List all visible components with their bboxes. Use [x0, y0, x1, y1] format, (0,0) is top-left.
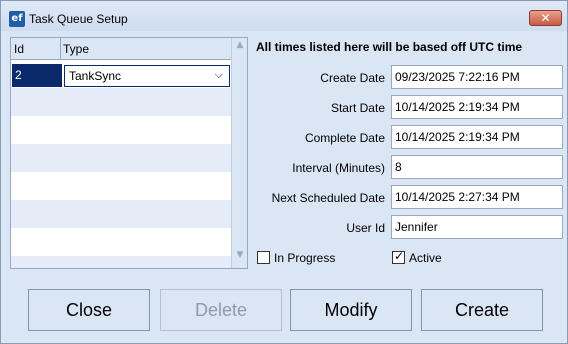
- row-id-cell[interactable]: 2: [12, 64, 62, 87]
- task-queue-setup-window: ef Task Queue Setup ✕ Id Type 2 TankSync…: [0, 0, 568, 344]
- active-checkbox[interactable]: [392, 249, 405, 264]
- column-header-type[interactable]: Type: [63, 42, 89, 56]
- create-date-field[interactable]: 09/23/2025 7:22:16 PM: [391, 65, 563, 89]
- utc-notice: All times listed here will be based off …: [256, 40, 523, 54]
- empty-row: [11, 116, 231, 144]
- empty-row: [11, 256, 231, 268]
- create-date-label: Create Date: [320, 71, 385, 85]
- empty-row: [11, 88, 231, 116]
- row-type-dropdown[interactable]: TankSync ⌵: [64, 65, 230, 87]
- window-title: Task Queue Setup: [29, 12, 128, 26]
- active-label: Active: [409, 251, 442, 265]
- scroll-up-arrow-icon[interactable]: ▲: [232, 40, 248, 56]
- empty-row: [11, 144, 231, 172]
- complete-date-label: Complete Date: [304, 131, 385, 145]
- user-id-label: User Id: [346, 221, 385, 235]
- row-type-value: TankSync: [69, 69, 122, 83]
- task-grid: Id Type 2 TankSync ⌵ ▲ ▼: [10, 37, 248, 269]
- table-row[interactable]: 2 TankSync ⌵: [11, 60, 231, 88]
- empty-row: [11, 172, 231, 200]
- in-progress-checkbox[interactable]: [257, 251, 270, 264]
- scroll-down-arrow-icon[interactable]: ▼: [232, 250, 248, 266]
- start-date-label: Start Date: [330, 101, 385, 115]
- app-icon: ef: [9, 11, 25, 27]
- start-date-field[interactable]: 10/14/2025 2:19:34 PM: [391, 95, 563, 119]
- create-button[interactable]: Create: [421, 289, 543, 331]
- empty-row: [11, 200, 231, 228]
- column-divider: [60, 38, 61, 60]
- complete-date-field[interactable]: 10/14/2025 2:19:34 PM: [391, 125, 563, 149]
- delete-button[interactable]: Delete: [160, 289, 282, 331]
- window-close-button[interactable]: ✕: [529, 10, 562, 26]
- column-header-id[interactable]: Id: [14, 42, 24, 56]
- user-id-field[interactable]: Jennifer: [391, 215, 563, 239]
- in-progress-label: In Progress: [274, 251, 336, 265]
- empty-row: [11, 228, 231, 256]
- modify-button[interactable]: Modify: [290, 289, 412, 331]
- close-button[interactable]: Close: [28, 289, 150, 331]
- next-scheduled-field[interactable]: 10/14/2025 2:27:34 PM: [391, 185, 563, 209]
- grid-header: Id Type: [11, 38, 231, 60]
- title-bar: ef Task Queue Setup ✕: [1, 1, 567, 31]
- interval-field[interactable]: 8: [391, 155, 563, 179]
- next-scheduled-label: Next Scheduled Date: [271, 191, 385, 205]
- interval-label: Interval (Minutes): [292, 161, 385, 175]
